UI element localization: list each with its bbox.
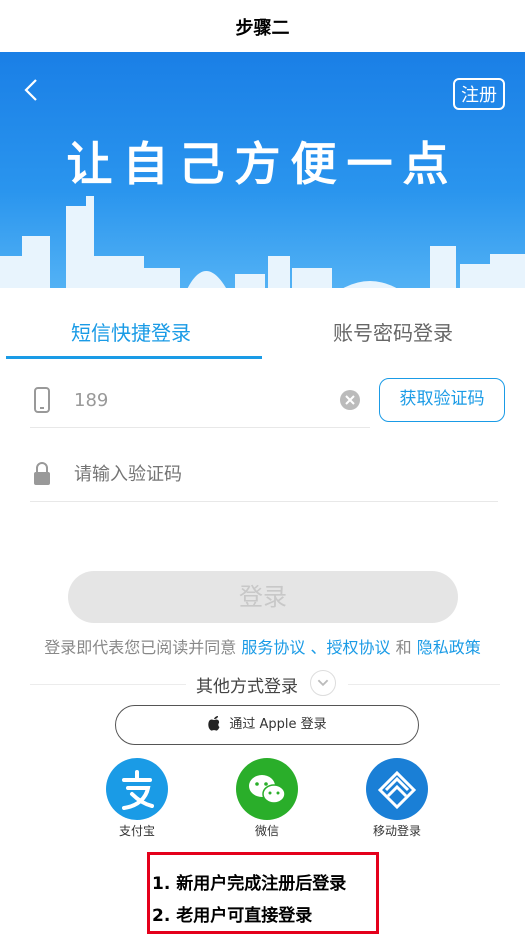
- privacy-policy-link[interactable]: 隐私政策: [417, 638, 481, 657]
- china-mobile-icon: [366, 758, 428, 820]
- auth-agreement-link[interactable]: 授权协议: [327, 638, 391, 657]
- service-agreement-link[interactable]: 服务协议: [241, 638, 305, 657]
- phone-input[interactable]: [74, 382, 324, 418]
- city-skyline-illustration: [0, 196, 525, 306]
- verification-code-input[interactable]: [74, 456, 474, 492]
- apple-login-label: 通过 Apple 登录: [229, 717, 327, 732]
- apple-icon: [208, 716, 220, 731]
- divider-line-right: [348, 684, 500, 685]
- other-login-label: 其他方式登录: [196, 677, 298, 697]
- login-tabs: 短信快捷登录 账号密码登录: [0, 306, 525, 360]
- phone-field: [30, 372, 370, 428]
- alipay-login-button[interactable]: 支付宝: [92, 758, 182, 839]
- alipay-label: 支付宝: [118, 824, 155, 838]
- back-icon[interactable]: [18, 76, 46, 104]
- tab-password-login[interactable]: 账号密码登录: [262, 306, 524, 360]
- banner-slogan: 让自己方便一点: [66, 137, 459, 191]
- apple-login-button[interactable]: 通过 Apple 登录: [115, 705, 419, 745]
- alipay-icon: [106, 758, 168, 820]
- login-button[interactable]: 登录: [68, 571, 458, 623]
- note-new-user: 1. 新用户完成注册后登录: [152, 874, 347, 894]
- wechat-label: 微信: [254, 824, 279, 838]
- divider-line-left: [30, 684, 186, 685]
- agreement-prefix: 登录即代表您已阅读并同意: [44, 638, 237, 657]
- agreement-separator: 、: [310, 638, 327, 657]
- step-title: 步骤二: [235, 18, 290, 39]
- code-field: [30, 446, 498, 502]
- annotation-box: 1. 新用户完成注册后登录 2. 老用户可直接登录: [147, 852, 379, 934]
- active-tab-indicator: [6, 356, 262, 359]
- clear-icon[interactable]: [340, 390, 360, 410]
- agreement-and: 和: [395, 638, 412, 657]
- phone-icon: [34, 387, 50, 413]
- note-existing-user: 2. 老用户可直接登录: [152, 906, 313, 926]
- china-mobile-login-button[interactable]: 移动登录: [352, 758, 442, 839]
- lock-icon: [34, 462, 50, 485]
- register-button[interactable]: 注册: [453, 78, 505, 110]
- header-banner: 注册 让自己方便一点: [0, 52, 525, 306]
- agreement-text: 登录即代表您已阅读并同意 服务协议 、授权协议 和 隐私政策: [0, 634, 525, 658]
- wechat-login-button[interactable]: 微信: [222, 758, 312, 839]
- chevron-down-icon[interactable]: [310, 670, 336, 696]
- wechat-icon: [236, 758, 298, 820]
- mobile-login-label: 移动登录: [372, 824, 421, 838]
- other-login-divider: 其他方式登录: [30, 668, 500, 702]
- get-code-button[interactable]: 获取验证码: [379, 378, 505, 422]
- tab-sms-login[interactable]: 短信快捷登录: [0, 306, 262, 360]
